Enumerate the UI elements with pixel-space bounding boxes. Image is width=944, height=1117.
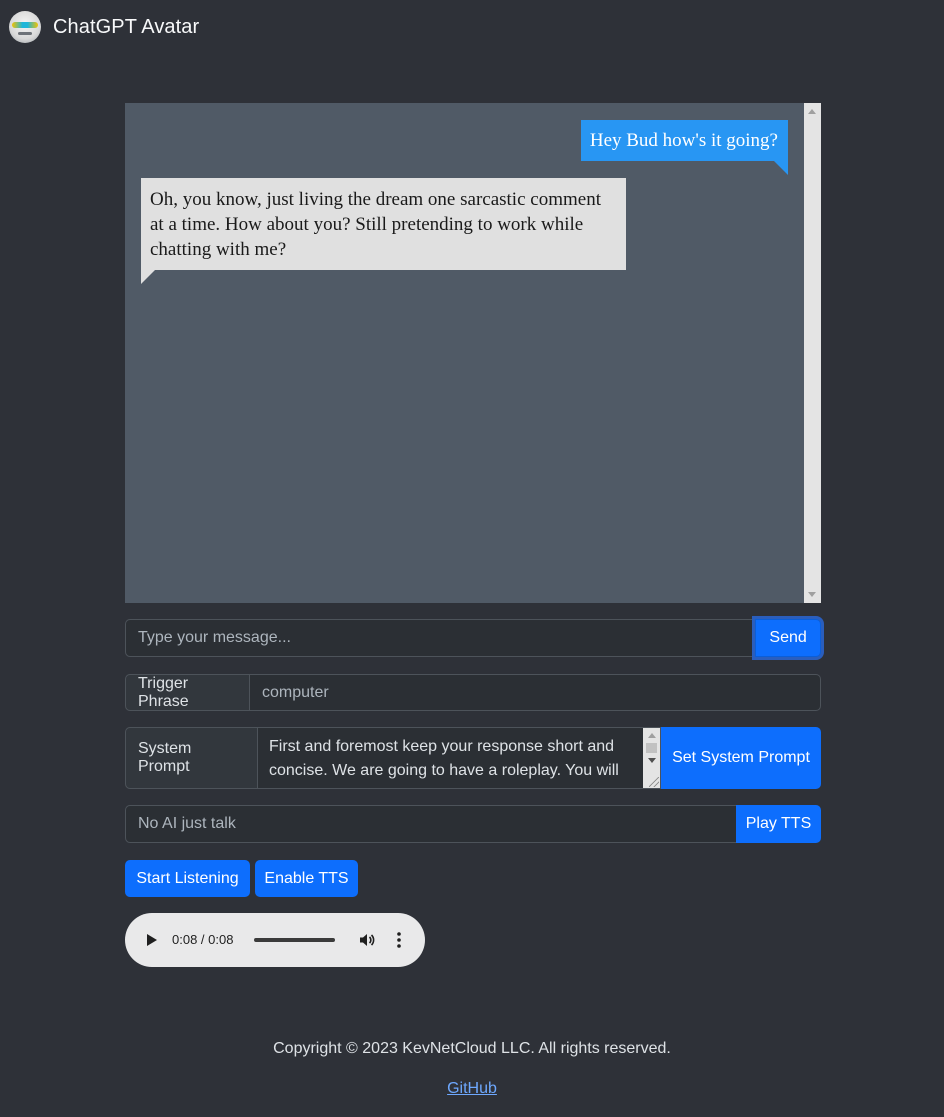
scroll-down-icon[interactable] bbox=[648, 758, 656, 763]
bubble-tail bbox=[141, 270, 155, 284]
play-icon[interactable] bbox=[147, 934, 157, 946]
tts-input-group: No AI just talk Play TTS bbox=[125, 805, 821, 843]
chat-scrollbar[interactable] bbox=[804, 103, 821, 603]
more-vertical-icon[interactable] bbox=[397, 932, 401, 948]
message-input[interactable]: Type your message... bbox=[125, 619, 756, 657]
scroll-up-icon[interactable] bbox=[808, 109, 816, 114]
scroll-up-icon[interactable] bbox=[648, 733, 656, 738]
footer-link-container: GitHub bbox=[0, 1080, 944, 1098]
system-prompt-text: First and foremost keep your response sh… bbox=[269, 738, 619, 779]
robot-avatar-icon[interactable] bbox=[9, 11, 41, 43]
app-title[interactable]: ChatGPT Avatar bbox=[53, 16, 199, 39]
textarea-scrollbar[interactable] bbox=[643, 728, 660, 788]
chat-window[interactable]: Hey Bud how's it going? Oh, you know, ju… bbox=[125, 103, 821, 603]
assistant-message-bubble: Oh, you know, just living the dream one … bbox=[141, 178, 626, 284]
system-prompt-label: System Prompt bbox=[125, 727, 258, 789]
assistant-message-text: Oh, you know, just living the dream one … bbox=[150, 189, 601, 260]
navbar: ChatGPT Avatar bbox=[0, 0, 944, 54]
bubble-tail bbox=[774, 161, 788, 175]
footer-copyright: Copyright © 2023 KevNetCloud LLC. All ri… bbox=[273, 1040, 671, 1057]
user-message-text: Hey Bud how's it going? bbox=[589, 130, 778, 151]
github-link[interactable]: GitHub bbox=[447, 1080, 497, 1097]
user-message-bubble: Hey Bud how's it going? bbox=[580, 120, 788, 175]
audio-progress-slider[interactable] bbox=[254, 938, 335, 942]
resize-grip-icon[interactable] bbox=[649, 777, 659, 787]
scroll-down-icon[interactable] bbox=[808, 592, 816, 597]
set-system-prompt-button[interactable]: Set System Prompt bbox=[661, 727, 821, 789]
tts-input[interactable]: No AI just talk bbox=[125, 805, 736, 843]
volume-icon[interactable] bbox=[359, 932, 375, 948]
start-listening-button[interactable]: Start Listening bbox=[125, 860, 250, 897]
trigger-phrase-label: Trigger Phrase bbox=[125, 674, 250, 711]
audio-time: 0:08 / 0:08 bbox=[172, 932, 234, 947]
message-input-group: Type your message... Send bbox=[125, 619, 821, 657]
scroll-thumb[interactable] bbox=[646, 743, 657, 753]
system-prompt-textarea[interactable]: First and foremost keep your response sh… bbox=[258, 727, 661, 789]
send-button[interactable]: Send bbox=[755, 619, 821, 657]
system-prompt-group: System Prompt First and foremost keep yo… bbox=[125, 727, 821, 789]
trigger-phrase-input[interactable]: computer bbox=[250, 674, 821, 711]
audio-player: 0:08 / 0:08 bbox=[125, 913, 425, 967]
trigger-phrase-group: Trigger Phrase computer bbox=[125, 674, 821, 711]
enable-tts-button[interactable]: Enable TTS bbox=[255, 860, 358, 897]
play-tts-button[interactable]: Play TTS bbox=[736, 805, 821, 843]
